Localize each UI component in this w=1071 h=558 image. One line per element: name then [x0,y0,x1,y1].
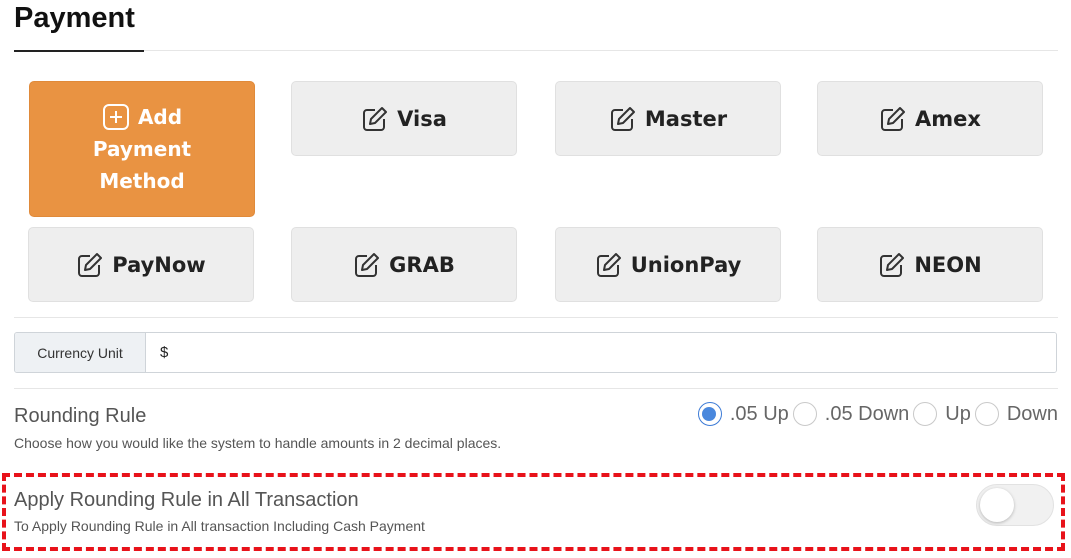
payment-method-label: Master [644,106,728,131]
radio-label: .05 Up [729,402,789,425]
payment-method-label: NEON [914,252,982,277]
currency-unit-label: Currency Unit [15,333,146,372]
payment-method-grab-button[interactable]: GRAB [291,227,517,302]
radio-button[interactable] [913,402,938,426]
rounding-rule-description: Choose how you would like the system to … [14,435,502,451]
radio-option-up[interactable]: Up [909,402,971,426]
edit-icon [78,252,103,277]
payment-method-label: Visa [397,106,447,131]
payment-method-paynow-button[interactable]: PayNow [28,227,254,302]
add-button-label-line3: Method [99,169,185,193]
currency-unit-group: Currency Unit [14,332,1057,373]
currency-unit-input[interactable] [146,333,1056,372]
radio-option-down[interactable]: Down [971,402,1058,426]
edit-icon [610,106,635,131]
radio-label: Up [945,402,971,425]
apply-rounding-title: Apply Rounding Rule in All Transaction [14,489,359,511]
edit-icon [881,106,906,131]
section-divider [14,317,1058,318]
radio-button[interactable] [792,402,817,426]
rounding-rule-title: Rounding Rule [14,405,147,427]
payment-method-amex-button[interactable]: Amex [817,81,1043,156]
radio-label: Down [1006,402,1058,425]
radio-option-05-down[interactable]: .05 Down [789,402,910,426]
payment-method-visa-button[interactable]: Visa [291,81,517,156]
toggle-knob [980,488,1014,522]
payment-method-neon-button[interactable]: NEON [817,227,1043,302]
apply-rounding-toggle[interactable] [976,484,1054,526]
payment-settings-page: Payment Add Payment Method Visa Master A… [0,0,1071,558]
payment-method-label: UnionPay [630,252,742,277]
radio-label: .05 Down [824,402,910,425]
radio-button[interactable] [974,402,999,426]
section-divider [14,388,1058,389]
apply-rounding-description: To Apply Rounding Rule in All transactio… [14,518,425,534]
title-divider [144,50,1058,51]
edit-icon [596,252,621,277]
payment-method-label: GRAB [389,252,455,277]
add-payment-method-button[interactable]: Add Payment Method [29,81,255,217]
highlight-annotation-box [2,473,1065,551]
plus-square-icon [102,104,129,130]
edit-icon [363,106,388,131]
edit-icon [880,252,905,277]
payment-method-unionpay-button[interactable]: UnionPay [555,227,781,302]
add-button-label-line2: Payment [92,137,192,161]
payment-method-master-button[interactable]: Master [555,81,781,156]
payment-method-label: PayNow [112,252,206,277]
radio-option-05-up[interactable]: .05 Up [694,402,789,426]
edit-icon [355,252,380,277]
rounding-rule-options: .05 Up .05 Down Up Down [694,402,1058,426]
add-button-label-line1: Add [137,105,183,129]
page-title: Payment [14,2,135,34]
payment-method-label: Amex [915,106,981,131]
radio-button-selected[interactable] [697,402,722,426]
title-underline [14,50,144,52]
